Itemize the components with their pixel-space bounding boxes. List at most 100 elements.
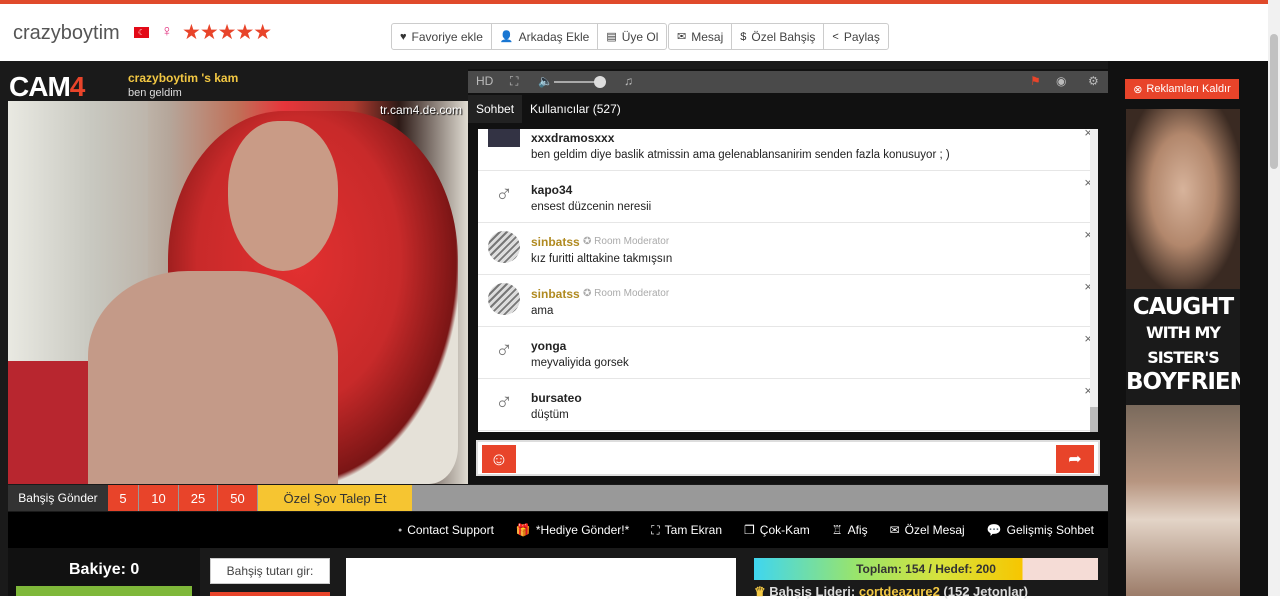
video-performer-face [228, 121, 338, 271]
tiger-avatar[interactable] [488, 283, 520, 315]
private-tip-button[interactable]: $ Özel Bahşiş [732, 24, 825, 49]
message-button[interactable]: ✉ Mesaj [669, 24, 733, 49]
video-watermark: tr.cam4.de.com [379, 103, 462, 117]
tab-users[interactable]: Kullanıcılar (527) [522, 95, 629, 123]
tip-amount-input[interactable] [346, 558, 736, 596]
tip-submit-button[interactable] [210, 592, 330, 596]
tip-10-button[interactable]: 10 [139, 485, 178, 511]
player-toolbar: HD ⛶ 🔈 ♫ ⚑ ◉ ⚙ [468, 71, 1108, 93]
main-area: CAM4 crazyboytim 's kam ben geldim tr.ca… [0, 61, 1268, 599]
chat-username[interactable]: bursateo [531, 391, 582, 405]
user-avatar[interactable] [488, 129, 520, 147]
chat-text: ama [531, 305, 554, 317]
share-icon: < [832, 30, 839, 43]
moderator-badge: ✪ Room Moderator [583, 236, 670, 247]
remove-ads-button[interactable]: ⊗ Reklamları Kaldır [1125, 79, 1239, 99]
medal-icon: ♖ [831, 523, 843, 537]
volume-icon[interactable]: 🔈 [538, 74, 553, 88]
tip-25-button[interactable]: 25 [179, 485, 217, 511]
advanced-chat-link[interactable]: 💬 Gelişmiş Sohbet [987, 523, 1094, 537]
chat-input-field[interactable]: ☺ ➦ [476, 440, 1100, 476]
hd-toggle[interactable]: HD [476, 74, 493, 88]
chat-text: ensest düzcenin neresii [531, 201, 652, 213]
chat-username[interactable]: kapo34 [531, 183, 572, 197]
chat-username[interactable]: yonga [531, 339, 566, 353]
bottom-panel: Bakiye: 0 Bahşiş tutarı gir: Toplam: 154… [8, 548, 1108, 599]
social-button-group: ♥ Favoriye ekle 👤 Arkadaş Ekle ▤ Üye Ol [391, 23, 668, 50]
chat-scrollbar[interactable] [1090, 129, 1098, 432]
header: crazyboytim ☾ ♀ ★★★★★ ♥ Favoriye ekle 👤 Ar… [0, 4, 1268, 61]
room-panel: CAM4 crazyboytim 's kam ben geldim tr.ca… [0, 61, 1108, 599]
add-friend-button[interactable]: 👤 Arkadaş Ekle [492, 24, 599, 49]
favorite-button[interactable]: ♥ Favoriye ekle [392, 24, 492, 49]
chat-username[interactable]: sinbatss [531, 235, 580, 249]
cam-subtitle: ben geldim [128, 87, 182, 99]
advertisement[interactable]: CAUGHT WITH MY SISTER'S BOYFRIEND [1126, 109, 1240, 596]
tiger-avatar[interactable] [488, 231, 520, 263]
buy-tokens-button[interactable] [16, 586, 192, 596]
private-message-link[interactable]: ✉ Özel Mesaj [890, 523, 965, 537]
form-icon: ▤ [606, 31, 617, 43]
ad-image-woman [1126, 109, 1240, 289]
rating-stars: ★★★★★ [182, 21, 272, 44]
ad-image-men [1126, 405, 1240, 596]
tip-amount-button[interactable]: Bahşiş tutarı gir: [210, 558, 330, 584]
video-performer-body [88, 271, 338, 484]
chat-text: düştüm [531, 409, 569, 421]
expand-icon: ⛶ [651, 522, 660, 537]
male-user-icon[interactable]: ♂ [488, 179, 520, 211]
page-scrollbar[interactable] [1268, 0, 1280, 596]
chat-message: ♂ yonga meyvaliyida gorsek × [478, 327, 1098, 379]
send-arrow-icon[interactable]: ➦ [1056, 445, 1094, 473]
tip-50-button[interactable]: 50 [218, 485, 257, 511]
send-gift-link[interactable]: 🎁 *Hediye Gönder!* [516, 523, 629, 537]
user-icon: 👤 [499, 31, 514, 43]
share-button[interactable]: < Paylaş [824, 24, 887, 49]
cam4-logo[interactable]: CAM4 [9, 71, 85, 103]
male-user-icon[interactable]: ♂ [488, 335, 520, 367]
chat-username[interactable]: sinbatss [531, 287, 580, 301]
windows-icon: ❐ [744, 523, 755, 537]
leader-name[interactable]: cortdeazure2 [859, 584, 940, 599]
chat-message: ♂ kapo34 ensest düzcenin neresii × [478, 171, 1098, 223]
male-user-icon[interactable]: ♂ [488, 387, 520, 419]
balance-box: Bakiye: 0 [8, 548, 200, 596]
music-icon[interactable]: ♫ [624, 74, 633, 88]
chat-messages[interactable]: xxxdramosxxx ben geldim diye baslik atmi… [478, 129, 1098, 432]
multi-cam-link[interactable]: ❐ Çok-Kam [744, 523, 810, 537]
broadcaster-username[interactable]: crazyboytim [13, 22, 120, 45]
tip-label: Bahşiş Gönder [8, 485, 108, 511]
chat-message: sinbatss ✪ Room Moderator kız furitti al… [478, 223, 1098, 275]
report-flag-icon[interactable]: ⚑ [1030, 74, 1041, 88]
chat-message: xxxdramosxxx ben geldim diye baslik atmi… [478, 129, 1098, 171]
fullscreen-link[interactable]: ⛶ Tam Ekran [651, 523, 722, 538]
action-button-group: ✉ Mesaj $ Özel Bahşiş < Paylaş [668, 23, 889, 50]
settings-gear-icon[interactable]: ⚙ [1088, 74, 1099, 88]
room-links-bar: ● Contact Support 🎁 *Hediye Gönder!* ⛶ Tam … [8, 512, 1108, 548]
tip-leader: ♛ Bahşiş Lideri: cortdeazure2 (152 Jeton… [754, 584, 1028, 599]
envelope-icon: ✉ [677, 31, 687, 43]
poster-link[interactable]: ♖ Afiş [832, 523, 868, 537]
gift-icon: 🎁 [515, 523, 531, 537]
emoji-icon[interactable]: ☺ [482, 445, 516, 473]
signup-button[interactable]: ▤ Üye Ol [598, 24, 666, 49]
video-stream[interactable]: tr.cam4.de.com [8, 101, 468, 484]
private-show-button[interactable]: Özel Şov Talep Et [258, 485, 412, 511]
chat-panel: HD ⛶ 🔈 ♫ ⚑ ◉ ⚙ Sohbet Kullanıcılar (527)… [468, 69, 1108, 484]
contact-support-link[interactable]: ● Contact Support [398, 523, 494, 537]
user-circle-icon[interactable]: ◉ [1056, 74, 1066, 88]
female-gender-icon: ♀ [161, 23, 173, 40]
tab-chat[interactable]: Sohbet [468, 95, 523, 123]
heart-icon: ♥ [400, 30, 407, 43]
volume-knob[interactable] [594, 76, 606, 88]
speech-bubble-icon: 💬 [986, 523, 1002, 537]
close-circle-icon: ⊗ [1133, 83, 1143, 96]
chat-username[interactable]: xxxdramosxxx [531, 131, 614, 145]
chat-scroll-thumb[interactable] [1090, 407, 1098, 432]
tip-5-button[interactable]: 5 [108, 485, 138, 511]
chat-message: sinbatss ✪ Room Moderator ama × [478, 275, 1098, 327]
chat-text: meyvaliyida gorsek [531, 357, 629, 369]
fullscreen-icon[interactable]: ⛶ [510, 74, 518, 89]
page-scroll-thumb[interactable] [1270, 34, 1278, 169]
chat-text: ben geldim diye baslik atmissin ama gele… [531, 149, 950, 161]
